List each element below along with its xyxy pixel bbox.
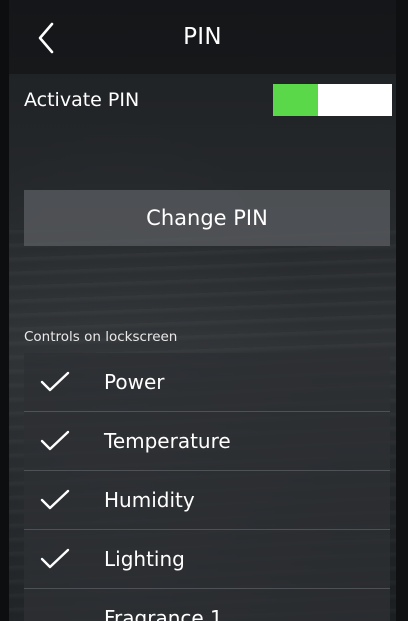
activate-pin-toggle[interactable]	[273, 84, 392, 116]
control-item-temperature[interactable]: Temperature	[24, 412, 390, 471]
pin-settings-screen: PIN Activate PIN Change PIN Controls on …	[0, 0, 408, 621]
controls-section-label: Controls on lockscreen	[24, 329, 178, 345]
control-item-label: Humidity	[104, 488, 195, 512]
left-frame-edge	[0, 0, 9, 621]
checkmark-icon	[40, 489, 70, 511]
control-item-label: Power	[104, 370, 165, 394]
checkmark-icon	[40, 548, 70, 570]
control-item-fragrance-1[interactable]: Fragrance 1	[24, 589, 390, 621]
checkmark-icon	[40, 371, 70, 393]
page-title: PIN	[183, 24, 222, 50]
control-item-label: Fragrance 1	[104, 606, 223, 621]
header-bar: PIN	[9, 0, 396, 74]
activate-pin-row: Activate PIN	[24, 84, 392, 118]
controls-list: Power Temperature Humidity Lighting Frag…	[24, 353, 390, 621]
activate-pin-label: Activate PIN	[24, 89, 140, 111]
control-item-label: Temperature	[104, 429, 231, 453]
control-item-power[interactable]: Power	[24, 353, 390, 412]
control-item-label: Lighting	[104, 547, 185, 571]
control-item-humidity[interactable]: Humidity	[24, 471, 390, 530]
control-item-lighting[interactable]: Lighting	[24, 530, 390, 589]
change-pin-button[interactable]: Change PIN	[24, 190, 390, 246]
right-frame-edge	[396, 0, 408, 621]
toggle-on-indicator	[273, 84, 318, 116]
checkmark-icon	[40, 430, 70, 452]
